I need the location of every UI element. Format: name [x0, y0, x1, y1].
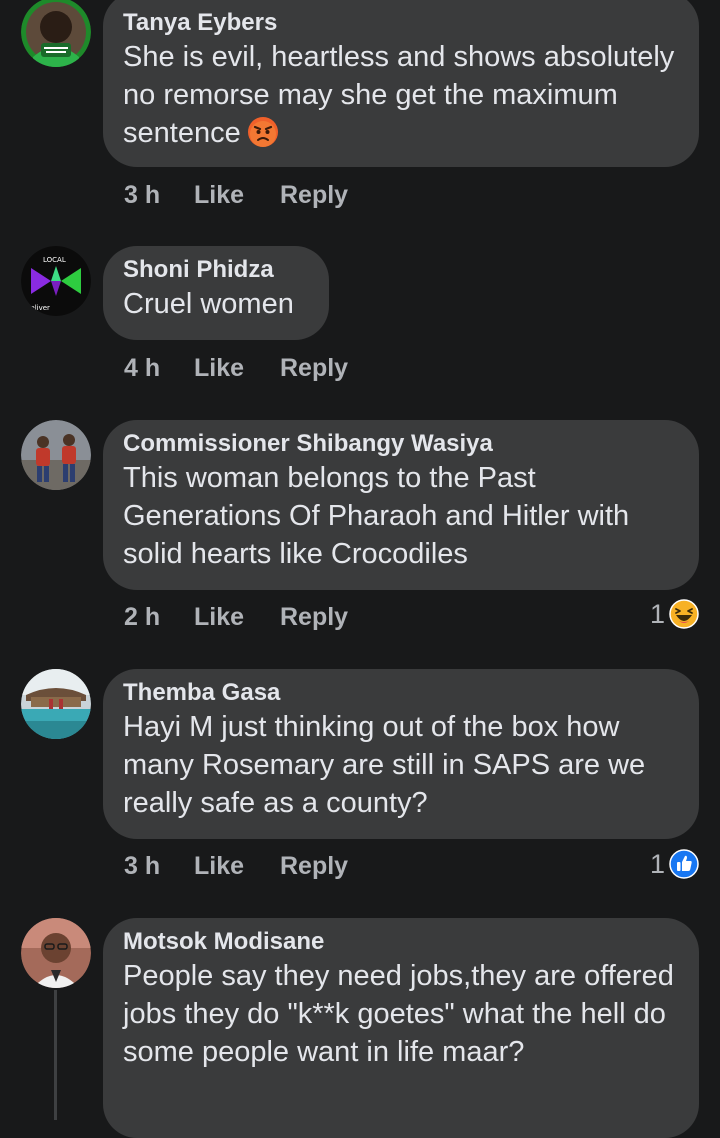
- thread-line: [54, 990, 57, 1120]
- svg-text:Deliver: Deliver: [25, 304, 50, 312]
- comment-time[interactable]: 2 h: [124, 599, 194, 635]
- reaction-summary[interactable]: 1: [650, 846, 699, 882]
- avatar[interactable]: [21, 918, 91, 988]
- reply-button[interactable]: Reply: [280, 848, 348, 884]
- comment-bubble: Themba Gasa Hayi M just thinking out of …: [103, 669, 699, 839]
- comment-bubble: Shoni Phidza Cruel women: [103, 246, 329, 340]
- comment-text: Cruel women: [123, 288, 294, 320]
- reply-button[interactable]: Reply: [280, 350, 348, 386]
- author-name[interactable]: Commissioner Shibangy Wasiya: [123, 429, 679, 459]
- comment-text: She is evil, heartless and shows absolut…: [123, 41, 675, 149]
- like-button[interactable]: Like: [194, 599, 280, 635]
- reaction-summary[interactable]: 1: [650, 596, 699, 632]
- comment-actions: 3 h Like Reply: [124, 848, 348, 884]
- comment-bubble: Commissioner Shibangy Wasiya This woman …: [103, 420, 699, 590]
- author-name[interactable]: Themba Gasa: [123, 678, 679, 708]
- reply-button[interactable]: Reply: [280, 177, 348, 213]
- like-reaction-icon: [669, 849, 699, 879]
- comment-time[interactable]: 4 h: [124, 350, 194, 386]
- haha-reaction-icon: [669, 599, 699, 629]
- reaction-count: 1: [649, 848, 665, 879]
- comment-text: People say they need jobs,they are offer…: [123, 960, 674, 1068]
- reply-button[interactable]: Reply: [280, 599, 348, 635]
- comment-bubble: Motsok Modisane People say they need job…: [103, 918, 699, 1138]
- avatar[interactable]: [21, 0, 91, 67]
- avatar[interactable]: [21, 669, 91, 739]
- like-button[interactable]: Like: [194, 177, 280, 213]
- svg-text:LOCAL: LOCAL: [43, 256, 66, 264]
- avatar[interactable]: [21, 420, 91, 490]
- avatar[interactable]: LOCAL Deliver: [21, 246, 91, 316]
- author-name[interactable]: Motsok Modisane: [123, 927, 679, 957]
- comment-text: Hayi M just thinking out of the box how …: [123, 711, 646, 819]
- comment-bubble: Tanya Eybers She is evil, heartless and …: [103, 0, 699, 167]
- like-button[interactable]: Like: [194, 848, 280, 884]
- comment-time[interactable]: 3 h: [124, 177, 194, 213]
- like-button[interactable]: Like: [194, 350, 280, 386]
- author-name[interactable]: Shoni Phidza: [123, 255, 309, 285]
- comment-actions: 4 h Like Reply: [124, 350, 348, 386]
- comment-actions: 3 h Like Reply: [124, 177, 348, 213]
- reaction-count: 1: [649, 598, 665, 629]
- angry-face-icon: [247, 117, 278, 147]
- comment-text: This woman belongs to the Past Generatio…: [123, 462, 630, 570]
- author-name[interactable]: Tanya Eybers: [123, 8, 679, 38]
- comment-time[interactable]: 3 h: [124, 848, 194, 884]
- comment-actions: 2 h Like Reply: [124, 599, 348, 635]
